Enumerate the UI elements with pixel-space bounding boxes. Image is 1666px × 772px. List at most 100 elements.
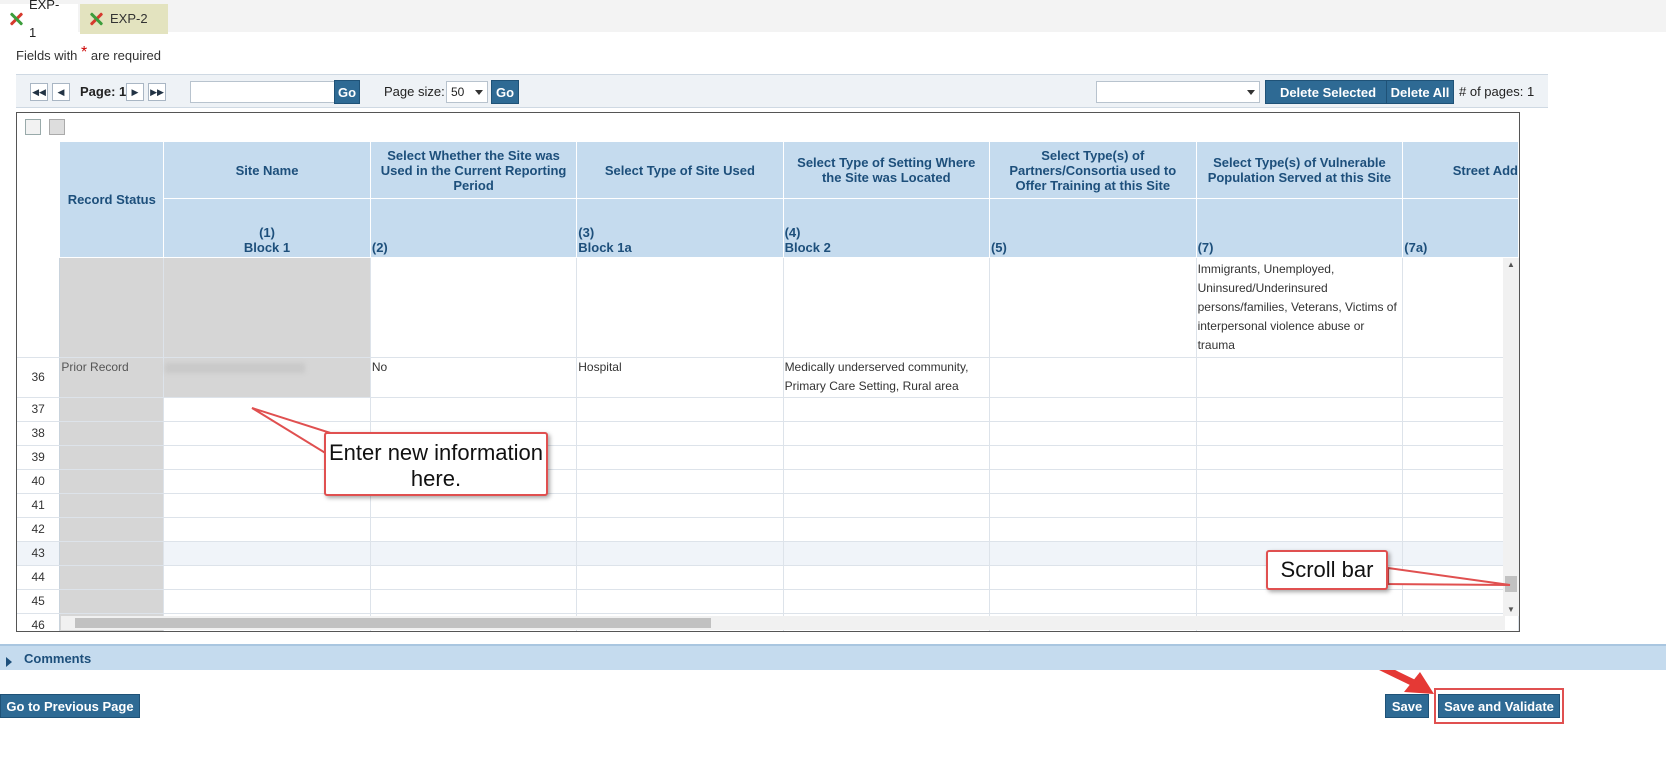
grid-cell[interactable] (370, 397, 578, 422)
grid-cell[interactable] (783, 517, 990, 542)
prev-page-icon[interactable]: ◀ (52, 83, 70, 101)
grid-cell[interactable] (370, 589, 578, 614)
grid-cell[interactable] (1402, 517, 1519, 542)
site-name-cell[interactable] (163, 541, 371, 566)
grid-cell[interactable] (783, 493, 990, 518)
grid-cell[interactable] (989, 469, 1197, 494)
grid-cell[interactable] (1402, 445, 1519, 470)
scroll-down-icon[interactable]: ▼ (1507, 605, 1515, 614)
grid-cell[interactable] (576, 257, 784, 358)
header-street-address[interactable]: Street Add (1402, 141, 1519, 199)
site-name-cell[interactable] (163, 589, 371, 614)
grid-cell[interactable] (989, 257, 1197, 358)
grid-cell[interactable] (989, 565, 1197, 590)
last-page-icon[interactable]: ▶▶ (148, 83, 166, 101)
action-select[interactable] (1096, 81, 1260, 103)
table-row[interactable]: Immigrants, Unemployed, Uninsured/Underi… (17, 257, 1519, 358)
grid-cell[interactable] (1196, 517, 1404, 542)
grid-cell[interactable] (783, 541, 990, 566)
header-vulnerable-population[interactable]: Select Type(s) of Vulnerable Population … (1195, 141, 1404, 199)
grid-cell[interactable] (989, 357, 1197, 398)
grid-cell[interactable] (989, 589, 1197, 614)
page-number-input[interactable] (190, 81, 336, 103)
setting-cell[interactable]: Medically underserved community, Primary… (783, 357, 990, 398)
vertical-scrollbar[interactable]: ▲ ▼ (1503, 258, 1519, 616)
table-row[interactable]: 42 (17, 517, 1519, 542)
grid-cell[interactable] (783, 397, 990, 422)
delete-selected-button[interactable]: Delete Selected (1265, 80, 1391, 104)
first-page-icon[interactable]: ◀◀ (30, 83, 48, 101)
copy-icon[interactable] (25, 119, 41, 135)
grid-cell[interactable] (783, 589, 990, 614)
site-used-cell[interactable]: No (370, 357, 578, 398)
grid-cell[interactable] (576, 493, 784, 518)
horizontal-scrollbar[interactable] (61, 616, 1505, 630)
save-button[interactable]: Save (1385, 694, 1429, 718)
grid-cell[interactable] (783, 445, 990, 470)
grid-cell[interactable] (576, 589, 784, 614)
grid-cell[interactable] (576, 445, 784, 470)
grid-cell[interactable] (1402, 357, 1519, 398)
grid-cell[interactable] (370, 257, 578, 358)
grid-cell[interactable] (1196, 421, 1404, 446)
grid-cell[interactable] (1402, 421, 1519, 446)
scrollbar-thumb[interactable] (1505, 576, 1517, 592)
paste-icon[interactable] (49, 119, 65, 135)
tab-exp-1[interactable]: EXP-1 (0, 0, 78, 40)
header-setting-type[interactable]: Select Type of Setting Where the Site wa… (782, 141, 990, 199)
grid-cell[interactable] (576, 421, 784, 446)
next-page-icon[interactable]: ▶ (126, 83, 144, 101)
delete-all-button[interactable]: Delete All (1386, 80, 1454, 104)
grid-cell[interactable] (1196, 493, 1404, 518)
vulnerable-cell[interactable]: Immigrants, Unemployed, Uninsured/Underi… (1196, 257, 1404, 358)
grid-cell[interactable] (576, 517, 784, 542)
grid-cell[interactable] (783, 257, 990, 358)
grid-cell[interactable] (576, 469, 784, 494)
site-name-cell[interactable] (163, 357, 371, 398)
grid-cell[interactable] (1196, 589, 1404, 614)
grid-cell[interactable] (783, 565, 990, 590)
header-site-used[interactable]: Select Whether the Site was Used in the … (369, 141, 578, 199)
previous-page-button[interactable]: Go to Previous Page (0, 694, 140, 718)
grid-cell[interactable] (370, 565, 578, 590)
grid-cell[interactable] (1196, 397, 1404, 422)
grid-cell[interactable] (370, 517, 578, 542)
grid-cell[interactable] (370, 541, 578, 566)
grid-cell[interactable] (1402, 541, 1519, 566)
page-size-select[interactable]: 50 (446, 81, 488, 103)
grid-cell[interactable] (1402, 565, 1519, 590)
grid-cell[interactable] (1402, 397, 1519, 422)
site-name-cell[interactable] (163, 517, 371, 542)
scrollbar-thumb[interactable] (75, 618, 711, 628)
table-row[interactable]: 41 (17, 493, 1519, 518)
site-type-cell[interactable]: Hospital (576, 357, 784, 398)
save-and-validate-button[interactable]: Save and Validate (1438, 694, 1560, 718)
grid-cell[interactable] (1196, 469, 1404, 494)
header-record-status[interactable]: Record Status (59, 141, 165, 258)
header-partners[interactable]: Select Type(s) of Partners/Consortia use… (988, 141, 1197, 199)
grid-cell[interactable] (989, 397, 1197, 422)
grid-cell[interactable] (576, 565, 784, 590)
header-site-name[interactable]: Site Name (163, 141, 371, 199)
go-button[interactable]: Go (334, 80, 360, 104)
table-row[interactable]: 37 (17, 397, 1519, 422)
header-site-type[interactable]: Select Type of Site Used (576, 141, 784, 199)
table-row[interactable]: 39 (17, 445, 1519, 470)
page-size-go-button[interactable]: Go (491, 80, 519, 104)
grid-cell[interactable] (1402, 469, 1519, 494)
grid-cell[interactable] (370, 493, 578, 518)
grid-cell[interactable] (989, 493, 1197, 518)
grid-cell[interactable] (989, 421, 1197, 446)
tab-exp-2[interactable]: EXP-2 (80, 4, 168, 34)
table-row[interactable]: 45 (17, 589, 1519, 614)
grid-cell[interactable] (1402, 493, 1519, 518)
site-name-cell[interactable] (163, 257, 371, 358)
table-row[interactable]: 38 (17, 421, 1519, 446)
site-name-cell[interactable] (163, 493, 371, 518)
grid-cell[interactable] (989, 541, 1197, 566)
site-name-cell[interactable] (163, 397, 371, 422)
table-row[interactable]: 40 (17, 469, 1519, 494)
grid-cell[interactable] (989, 517, 1197, 542)
grid-cell[interactable] (1402, 257, 1519, 358)
grid-cell[interactable] (1402, 589, 1519, 614)
